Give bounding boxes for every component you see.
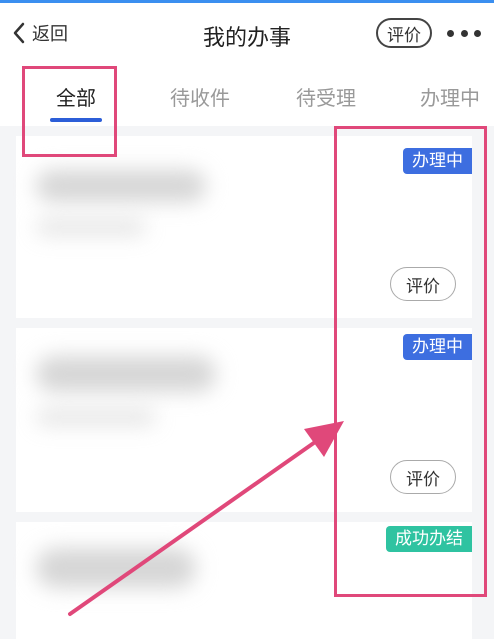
nav-header: 返回 我的办事 评价 (0, 3, 494, 60)
more-icon[interactable] (447, 23, 481, 43)
blurred-case-text (36, 218, 146, 236)
highlight-box-status (334, 126, 487, 597)
blurred-case-text (36, 408, 156, 426)
blurred-case-text (36, 356, 216, 392)
tab-pending-acceptance[interactable]: 待受理 (296, 82, 356, 111)
more-dot (460, 29, 468, 37)
chevron-left-icon (13, 22, 25, 44)
back-label: 返回 (32, 24, 68, 45)
more-dot (474, 29, 481, 37)
blurred-case-text (36, 548, 196, 588)
highlight-box-tab (22, 66, 117, 157)
more-dot (447, 29, 454, 37)
rate-button[interactable]: 评价 (376, 18, 432, 48)
blurred-case-text (36, 170, 206, 202)
tab-in-progress[interactable]: 办理中 (420, 82, 480, 111)
tab-pending-receipt[interactable]: 待收件 (170, 82, 230, 111)
back-button[interactable]: 返回 (12, 20, 68, 46)
